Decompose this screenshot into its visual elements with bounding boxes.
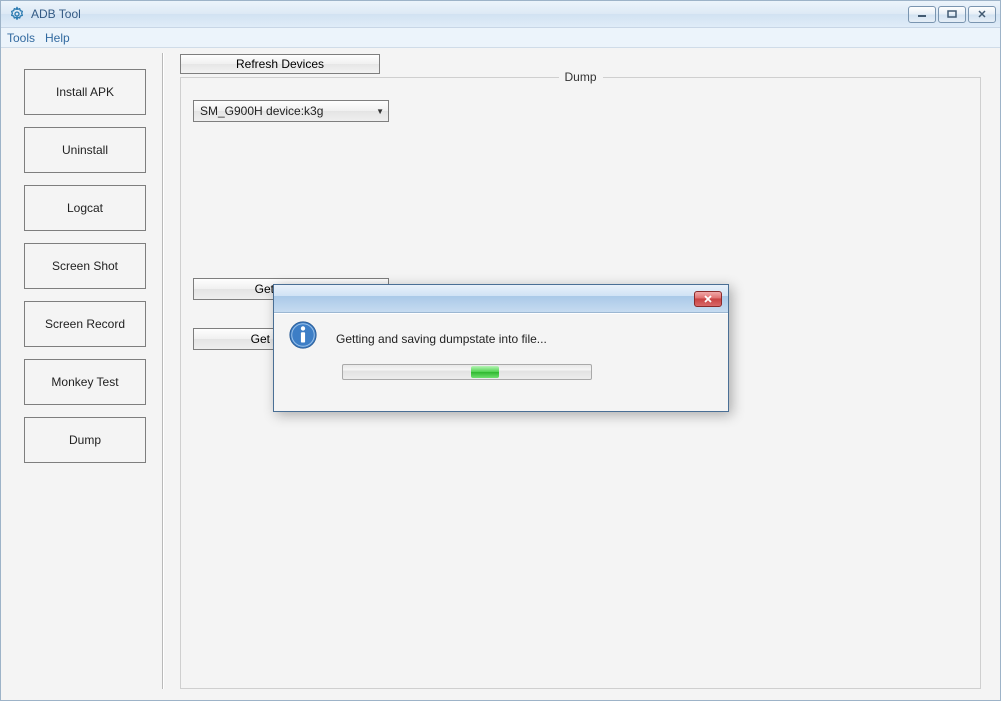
close-button[interactable] xyxy=(968,6,996,23)
progress-bar-fill xyxy=(471,366,499,378)
nav-dump[interactable]: Dump xyxy=(24,417,146,463)
dialog-body: Getting and saving dumpstate into file..… xyxy=(274,313,728,411)
dialog-titlebar[interactable] xyxy=(274,285,728,313)
dialog-message: Getting and saving dumpstate into file..… xyxy=(336,332,547,346)
progress-bar xyxy=(342,364,592,380)
menubar: Tools Help xyxy=(1,28,1000,48)
refresh-devices-button[interactable]: Refresh Devices xyxy=(180,54,380,74)
nav-logcat[interactable]: Logcat xyxy=(24,185,146,231)
chevron-down-icon: ▼ xyxy=(376,107,384,116)
gear-icon xyxy=(9,6,25,22)
dialog-close-button[interactable] xyxy=(694,291,722,307)
titlebar[interactable]: ADB Tool xyxy=(1,1,1000,28)
group-legend: Dump xyxy=(558,70,602,84)
nav-monkeytest[interactable]: Monkey Test xyxy=(24,359,146,405)
nav-uninstall[interactable]: Uninstall xyxy=(24,127,146,173)
progress-dialog: Getting and saving dumpstate into file..… xyxy=(273,284,729,412)
separator xyxy=(162,53,164,689)
nav-screenshot[interactable]: Screen Shot xyxy=(24,243,146,289)
nav-screenrecord[interactable]: Screen Record xyxy=(24,301,146,347)
menu-help[interactable]: Help xyxy=(45,31,70,45)
info-icon xyxy=(288,320,318,350)
app-title: ADB Tool xyxy=(31,7,906,21)
minimize-button[interactable] xyxy=(908,6,936,23)
device-dropdown[interactable]: SM_G900H device:k3g ▼ xyxy=(193,100,389,122)
sidebar: Install APK Uninstall Logcat Screen Shot… xyxy=(2,49,162,699)
maximize-button[interactable] xyxy=(938,6,966,23)
device-dropdown-value: SM_G900H device:k3g xyxy=(200,104,323,118)
menu-tools[interactable]: Tools xyxy=(7,31,35,45)
nav-install-apk[interactable]: Install APK xyxy=(24,69,146,115)
